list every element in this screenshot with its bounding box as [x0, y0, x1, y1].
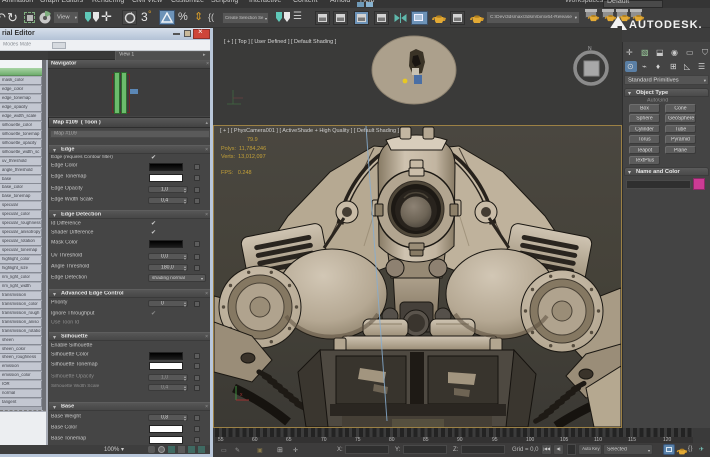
- svg-text:AUTODESK.: AUTODESK.: [629, 19, 703, 31]
- svg-text:N: N: [588, 46, 592, 52]
